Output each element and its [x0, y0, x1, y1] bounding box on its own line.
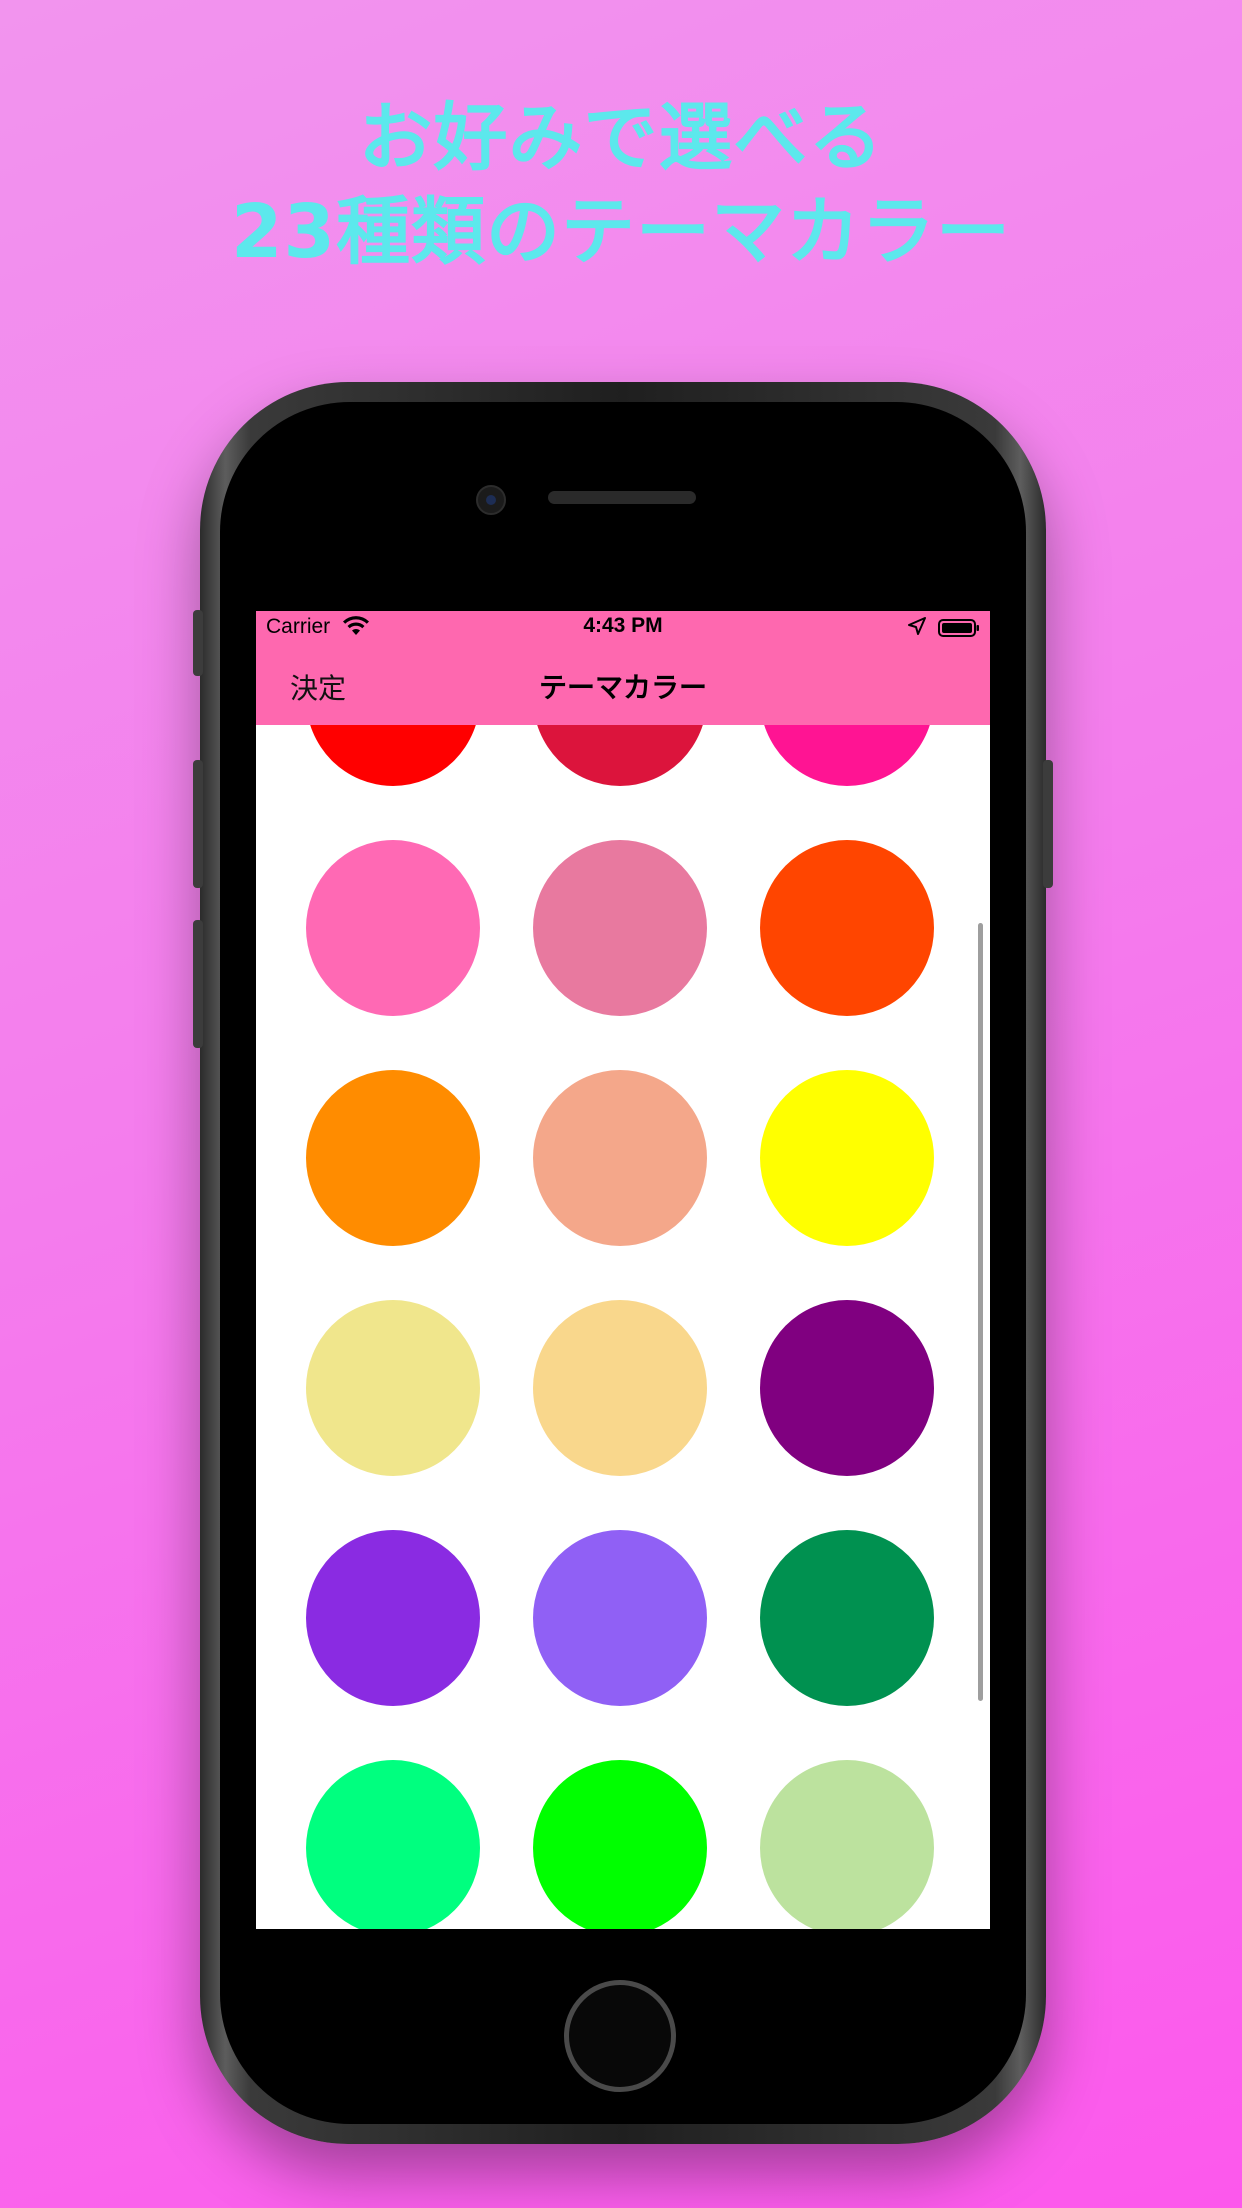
- color-swatch[interactable]: [306, 1530, 480, 1706]
- earpiece-speaker: [548, 491, 696, 504]
- status-bar: Carrier 4:43 PM: [256, 611, 990, 647]
- page-title: テーマカラー: [538, 671, 707, 704]
- battery-icon: [938, 619, 979, 637]
- color-swatch[interactable]: [533, 725, 707, 786]
- color-swatch[interactable]: [533, 1300, 707, 1476]
- volume-down-button: [193, 920, 203, 1048]
- color-swatch[interactable]: [306, 1760, 480, 1929]
- color-swatch[interactable]: [760, 1760, 934, 1929]
- color-swatch[interactable]: [760, 1070, 934, 1246]
- color-swatch[interactable]: [533, 1760, 707, 1929]
- home-button[interactable]: [564, 1980, 676, 2092]
- headline-line-2: 23種類のテーマカラー: [231, 189, 1011, 275]
- volume-up-button: [193, 760, 203, 888]
- color-grid[interactable]: [256, 725, 990, 1929]
- color-swatch[interactable]: [306, 725, 480, 786]
- status-time: 4:43 PM: [583, 614, 663, 637]
- mute-switch: [193, 610, 203, 676]
- color-swatch[interactable]: [533, 1070, 707, 1246]
- color-swatch[interactable]: [760, 1530, 934, 1706]
- color-swatch[interactable]: [760, 1300, 934, 1476]
- color-swatch[interactable]: [533, 1530, 707, 1706]
- color-swatch[interactable]: [306, 1300, 480, 1476]
- scroll-indicator[interactable]: [978, 923, 983, 1701]
- front-camera: [476, 485, 506, 515]
- power-button: [1043, 760, 1053, 888]
- color-swatch[interactable]: [533, 840, 707, 1016]
- color-swatch[interactable]: [760, 725, 934, 786]
- color-swatch[interactable]: [760, 840, 934, 1016]
- color-swatch[interactable]: [306, 840, 480, 1016]
- app-screen: Carrier 4:43 PM 決定 テーマカラー: [256, 611, 990, 1929]
- navigation-bar: 決定 テーマカラー: [256, 647, 990, 725]
- headline-line-1: お好みで選べる: [358, 95, 884, 181]
- color-swatch[interactable]: [306, 1070, 480, 1246]
- location-icon: [908, 617, 926, 635]
